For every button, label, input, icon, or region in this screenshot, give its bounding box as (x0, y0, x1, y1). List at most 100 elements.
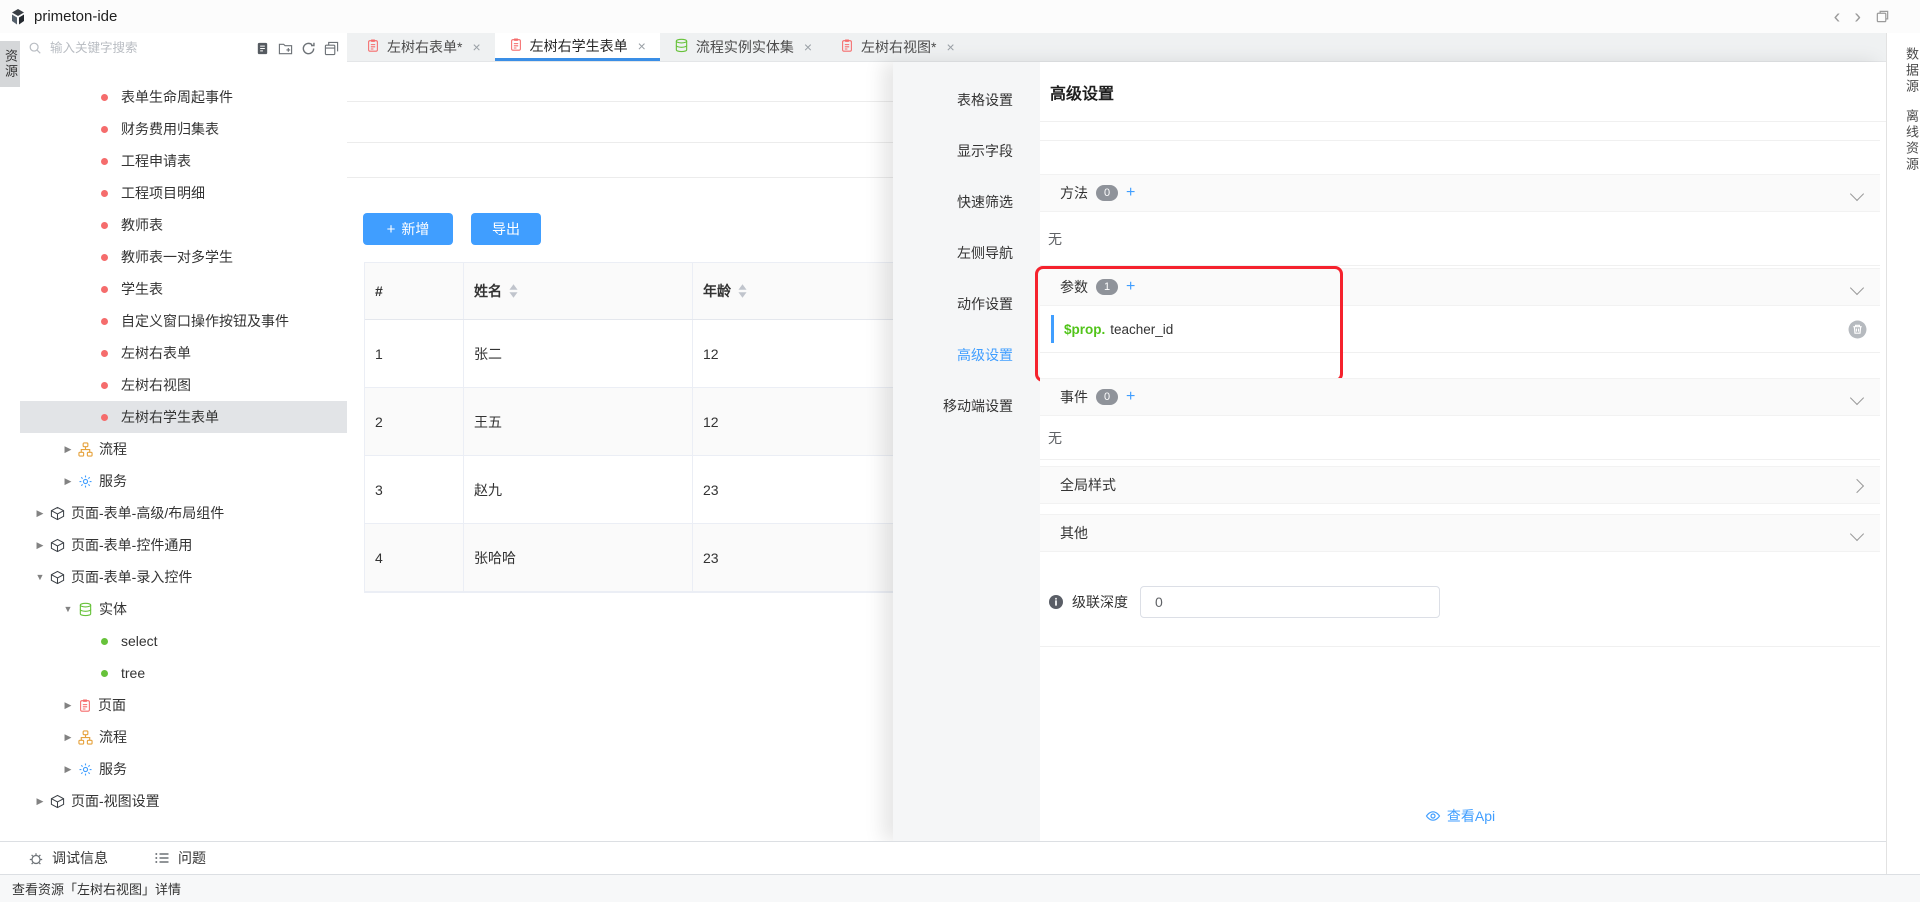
rail-tab-resources[interactable]: 资源 (0, 41, 20, 87)
collapse-all-icon[interactable] (324, 41, 339, 56)
tree-item-自定义窗口操作按钮及事件[interactable]: 自定义窗口操作按钮及事件 (20, 305, 347, 337)
settings-nav-表格设置[interactable]: 表格设置 (893, 74, 1040, 125)
editor-tab[interactable]: 左树右表单*× (352, 33, 495, 61)
tree-item-左树右学生表单[interactable]: 左树右学生表单 (20, 401, 347, 433)
red-dot-icon (101, 382, 115, 389)
param-item-row[interactable]: $prop. teacher_id (1040, 306, 1880, 353)
editor-tab[interactable]: 流程实例实体集× (660, 33, 826, 61)
tree-item-服务[interactable]: ▶ 服务 (20, 465, 347, 497)
collapse-arrow-icon[interactable]: ▼ (34, 572, 46, 582)
close-icon[interactable]: × (638, 38, 646, 54)
tab-label: 左树右学生表单 (530, 36, 628, 56)
expand-arrow-icon[interactable]: ▶ (34, 796, 46, 807)
tree-item-工程项目明细[interactable]: 工程项目明细 (20, 177, 347, 209)
tree-item-左树右视图[interactable]: 左树右视图 (20, 369, 347, 401)
expand-arrow-icon[interactable]: ▶ (62, 476, 74, 487)
settings-nav-左侧导航[interactable]: 左侧导航 (893, 227, 1040, 278)
add-param-button[interactable]: + (1126, 279, 1135, 295)
tree-item-label: 服务 (99, 471, 127, 491)
tree-item-财务费用归集表[interactable]: 财务费用归集表 (20, 113, 347, 145)
view-api-link[interactable]: 查看Api (1040, 806, 1880, 826)
export-button[interactable]: 导出 (471, 213, 541, 245)
expand-arrow-icon[interactable]: ▶ (34, 540, 46, 551)
problems-label: 问题 (178, 848, 206, 868)
tree-item-页面-表单-控件通用[interactable]: ▶页面-表单-控件通用 (20, 529, 347, 561)
close-icon[interactable]: × (946, 39, 954, 55)
expand-arrow-icon[interactable]: ▶ (34, 508, 46, 519)
settings-nav-显示字段[interactable]: 显示字段 (893, 125, 1040, 176)
tree-item-流程[interactable]: ▶流程 (20, 433, 347, 465)
red-dot-icon (101, 158, 115, 165)
global-style-section-header[interactable]: 全局样式 (1040, 466, 1880, 504)
expand-arrow-icon[interactable]: ▶ (62, 764, 74, 775)
red-dot-icon (101, 254, 115, 261)
editor-tab[interactable]: 左树右学生表单 × (495, 33, 660, 61)
column-header-姓名[interactable]: 姓名 (464, 263, 693, 319)
tree-item-select[interactable]: select (20, 625, 347, 657)
table-row[interactable]: 4张哈哈23 (365, 524, 893, 592)
tree-item-流程[interactable]: ▶流程 (20, 721, 347, 753)
settings-nav-动作设置[interactable]: 动作设置 (893, 278, 1040, 329)
column-header-年龄[interactable]: 年龄 (693, 263, 893, 319)
tree-item-label: select (121, 633, 158, 649)
add-event-button[interactable]: + (1126, 389, 1135, 405)
methods-section-header: 方法 0 + (1040, 174, 1880, 212)
add-button[interactable]: + 新增 (363, 213, 453, 245)
tree-item-实体[interactable]: ▼实体 (20, 593, 347, 625)
events-section-header: 事件 0 + (1040, 378, 1880, 416)
collapse-arrow-icon[interactable]: ▼ (62, 604, 74, 614)
rail-tab-datasource[interactable]: 数据源 (1887, 47, 1920, 95)
tree-item-页面-表单-录入控件[interactable]: ▼页面-表单-录入控件 (20, 561, 347, 593)
tree-item-页面-表单-高级/布局组件[interactable]: ▶页面-表单-高级/布局组件 (20, 497, 347, 529)
tree-item-教师表[interactable]: 教师表 (20, 209, 347, 241)
expand-arrow-icon[interactable]: ▶ (62, 444, 74, 455)
page-icon (78, 698, 92, 713)
tree-item-教师表一对多学生[interactable]: 教师表一对多学生 (20, 241, 347, 273)
expand-arrow-icon[interactable]: ▶ (62, 700, 74, 711)
cascade-depth-input[interactable] (1140, 586, 1440, 618)
settings-nav-移动端设置[interactable]: 移动端设置 (893, 380, 1040, 431)
nav-forward-icon[interactable]: › (1854, 7, 1861, 27)
new-folder-icon[interactable] (278, 41, 293, 56)
settings-nav-快速筛选[interactable]: 快速筛选 (893, 176, 1040, 227)
column-label: # (375, 283, 383, 299)
sort-carets-icon[interactable] (509, 284, 518, 298)
table-row[interactable]: 3赵九23 (365, 456, 893, 524)
tree-item-label: 工程申请表 (121, 151, 191, 171)
table-row[interactable]: 2王五12 (365, 388, 893, 456)
tree-item-学生表[interactable]: 学生表 (20, 273, 347, 305)
import-resource-icon[interactable] (255, 41, 270, 56)
expand-arrow-icon[interactable]: ▶ (62, 732, 74, 743)
rail-tab-offline-resources[interactable]: 离线资源 (1887, 109, 1920, 173)
tree-item-tree[interactable]: tree (20, 657, 347, 689)
other-section-header[interactable]: 其他 (1040, 514, 1880, 552)
table-body: 1张二122王五123赵九234张哈哈23 (365, 320, 893, 592)
settings-nav-高级设置[interactable]: 高级设置 (893, 329, 1040, 380)
tree-item-表单生命周起事件[interactable]: 表单生命周起事件 (20, 81, 347, 113)
divider (1040, 140, 1880, 141)
close-icon[interactable]: × (472, 39, 480, 55)
problems-tab[interactable]: 问题 (154, 848, 206, 868)
tree-item-服务[interactable]: ▶服务 (20, 753, 347, 785)
tree-item-左树右表单[interactable]: 左树右表单 (20, 337, 347, 369)
delete-param-icon[interactable] (1848, 320, 1867, 342)
nav-back-icon[interactable]: ‹ (1834, 7, 1841, 27)
params-count-badge: 1 (1096, 279, 1118, 295)
events-count-badge: 0 (1096, 389, 1118, 405)
tree-item-工程申请表[interactable]: 工程申请表 (20, 145, 347, 177)
sort-carets-icon[interactable] (738, 284, 747, 298)
add-method-button[interactable]: + (1126, 185, 1135, 201)
close-icon[interactable]: × (804, 39, 812, 55)
tree-item-页面-视图设置[interactable]: ▶页面-视图设置 (20, 785, 347, 817)
title-bar: primeton-ide ‹ › (0, 0, 1920, 34)
search-input[interactable] (48, 40, 202, 56)
editor-tab[interactable]: 左树右视图*× (826, 33, 969, 61)
tree-item-页面[interactable]: ▶页面 (20, 689, 347, 721)
restore-window-icon[interactable] (1875, 9, 1890, 24)
refresh-icon[interactable] (301, 41, 316, 56)
info-icon (1048, 594, 1064, 610)
other-label: 其他 (1060, 523, 1088, 543)
debug-info-tab[interactable]: 调试信息 (28, 848, 108, 868)
column-header-#[interactable]: # (365, 263, 464, 319)
table-row[interactable]: 1张二12 (365, 320, 893, 388)
